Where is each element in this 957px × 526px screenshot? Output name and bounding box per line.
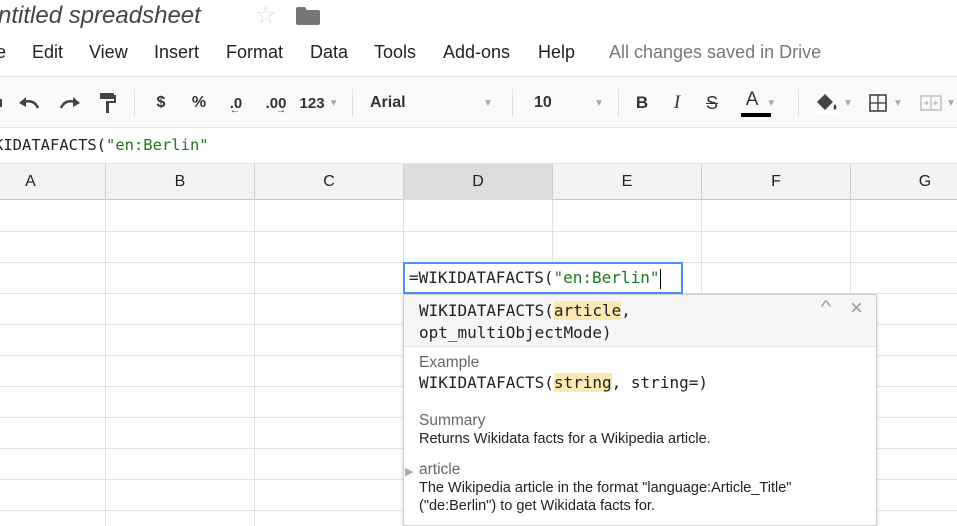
chevron-down-icon: ▼ [483, 97, 493, 109]
summary-text: Returns Wikidata facts for a Wikipedia a… [419, 431, 711, 447]
formula-function: KIDATAFACTS( [0, 136, 106, 154]
percent-button[interactable]: % [188, 77, 210, 129]
signature-text: WIKIDATAFACTS(article, opt_multiObjectMo… [419, 300, 631, 344]
toolbar-separator [134, 89, 135, 117]
currency-button[interactable]: $ [150, 77, 172, 129]
font-family-select[interactable]: Arial ▼ [370, 77, 502, 129]
function-help-popup: WIKIDATAFACTS(article, opt_multiObjectMo… [403, 294, 877, 526]
undo-icon[interactable] [14, 77, 44, 129]
toolbar-separator [798, 89, 799, 117]
strikethrough-button[interactable]: S [700, 77, 724, 129]
menu-help[interactable]: Help [538, 42, 575, 63]
borders-icon [869, 94, 887, 112]
formula-input[interactable]: KIDATAFACTS("en:Berlin" [0, 136, 209, 154]
close-icon[interactable]: × [850, 295, 863, 321]
collapse-icon[interactable]: ^ [821, 297, 831, 317]
formula-string-arg: "en:Berlin" [105, 136, 209, 154]
chevron-down-icon[interactable]: ▼ [944, 77, 957, 129]
chevron-down-icon: ▼ [594, 97, 604, 109]
text-cursor [660, 268, 662, 289]
chevron-down-icon: ▼ [843, 97, 853, 109]
column-header-g[interactable]: G [851, 164, 957, 200]
save-status[interactable]: All changes saved in Drive [609, 42, 821, 63]
paint-bucket-icon [813, 94, 840, 114]
example-current-arg: string [553, 373, 612, 392]
column-header-b[interactable]: B [106, 164, 255, 200]
menu-bar: e Edit View Insert Format Data Tools Add… [0, 38, 957, 68]
example-rest: , string=) [611, 373, 708, 392]
summary-label: Summary [419, 412, 486, 429]
more-formats-label: 123 [299, 94, 325, 112]
function-signature: WIKIDATAFACTS(article, opt_multiObjectMo… [404, 295, 876, 347]
text-color-swatch [741, 113, 771, 117]
signature-function-name: WIKIDATAFACTS( [419, 301, 554, 320]
font-size-value: 10 [534, 94, 552, 111]
formula-bar[interactable]: KIDATAFACTS("en:Berlin" [0, 128, 957, 164]
fill-color-button[interactable]: ▼ [808, 77, 858, 129]
argument-name[interactable]: article [419, 461, 460, 479]
column-header-row: A B C D E F G [0, 164, 957, 200]
toolbar-separator [618, 89, 619, 117]
menu-data[interactable]: Data [310, 42, 348, 63]
title-bar: ntitled spreadsheet ☆ [0, 0, 957, 36]
decrease-decimals-button[interactable]: .0 ← [220, 77, 252, 129]
arrow-left-icon: ← [230, 105, 240, 116]
cell-function: =WIKIDATAFACTS( [409, 268, 554, 287]
chevron-down-icon: ▼ [766, 97, 777, 109]
column-header-a[interactable]: A [0, 164, 106, 200]
arrow-right-icon: → [276, 105, 286, 116]
menu-view[interactable]: View [89, 42, 128, 63]
signature-comma: , [621, 301, 631, 320]
increase-decimals-button[interactable]: .00 → [258, 77, 294, 129]
signature-second-line: opt_multiObjectMode) [419, 323, 612, 342]
print-icon[interactable] [0, 77, 6, 129]
font-family-value: Arial [370, 94, 406, 111]
column-divider [105, 200, 106, 526]
example-text: WIKIDATAFACTS(string, string=) [419, 373, 708, 392]
merge-cells-icon[interactable] [916, 77, 946, 129]
column-header-c[interactable]: C [255, 164, 404, 200]
menu-format[interactable]: Format [226, 42, 283, 63]
active-cell-editor[interactable]: =WIKIDATAFACTS("en:Berlin" [403, 262, 683, 294]
paint-format-icon[interactable] [95, 77, 121, 129]
expand-arrow-icon[interactable]: ▶ [405, 465, 413, 478]
column-header-f[interactable]: F [702, 164, 851, 200]
menu-file[interactable]: e [0, 42, 6, 63]
toolbar-separator [352, 89, 353, 117]
menu-insert[interactable]: Insert [154, 42, 199, 63]
redo-icon[interactable] [55, 77, 85, 129]
font-size-select[interactable]: 10 ▼ [534, 77, 612, 129]
menu-addons[interactable]: Add-ons [443, 42, 510, 63]
example-function-name: WIKIDATAFACTS( [419, 373, 554, 392]
folder-icon[interactable] [296, 7, 320, 25]
italic-button[interactable]: I [665, 77, 689, 129]
argument-description: The Wikipedia article in the format "lan… [419, 480, 792, 514]
row-divider [0, 231, 957, 232]
column-divider [254, 200, 255, 526]
more-formats-button[interactable]: 123 ▼ [296, 77, 342, 129]
star-icon[interactable]: ☆ [255, 2, 277, 30]
text-color-button[interactable]: A ▼ [736, 77, 786, 129]
document-title[interactable]: ntitled spreadsheet [0, 2, 201, 30]
toolbar-separator [512, 89, 513, 117]
text-color-label: A [745, 89, 759, 110]
example-label: Example [419, 354, 480, 371]
chevron-down-icon: ▼ [893, 97, 903, 109]
toolbar: $ % .0 ← .00 → 123 ▼ Arial ▼ 10 ▼ B I S … [0, 76, 957, 128]
menu-edit[interactable]: Edit [32, 42, 63, 63]
column-header-d[interactable]: D [404, 164, 553, 200]
cell-string-arg: "en:Berlin" [553, 268, 660, 287]
bold-button[interactable]: B [630, 77, 654, 129]
menu-tools[interactable]: Tools [374, 42, 416, 63]
column-header-e[interactable]: E [553, 164, 702, 200]
borders-button[interactable]: ▼ [862, 77, 910, 129]
signature-current-arg: article [553, 301, 622, 320]
chevron-down-icon: ▼ [328, 97, 339, 109]
